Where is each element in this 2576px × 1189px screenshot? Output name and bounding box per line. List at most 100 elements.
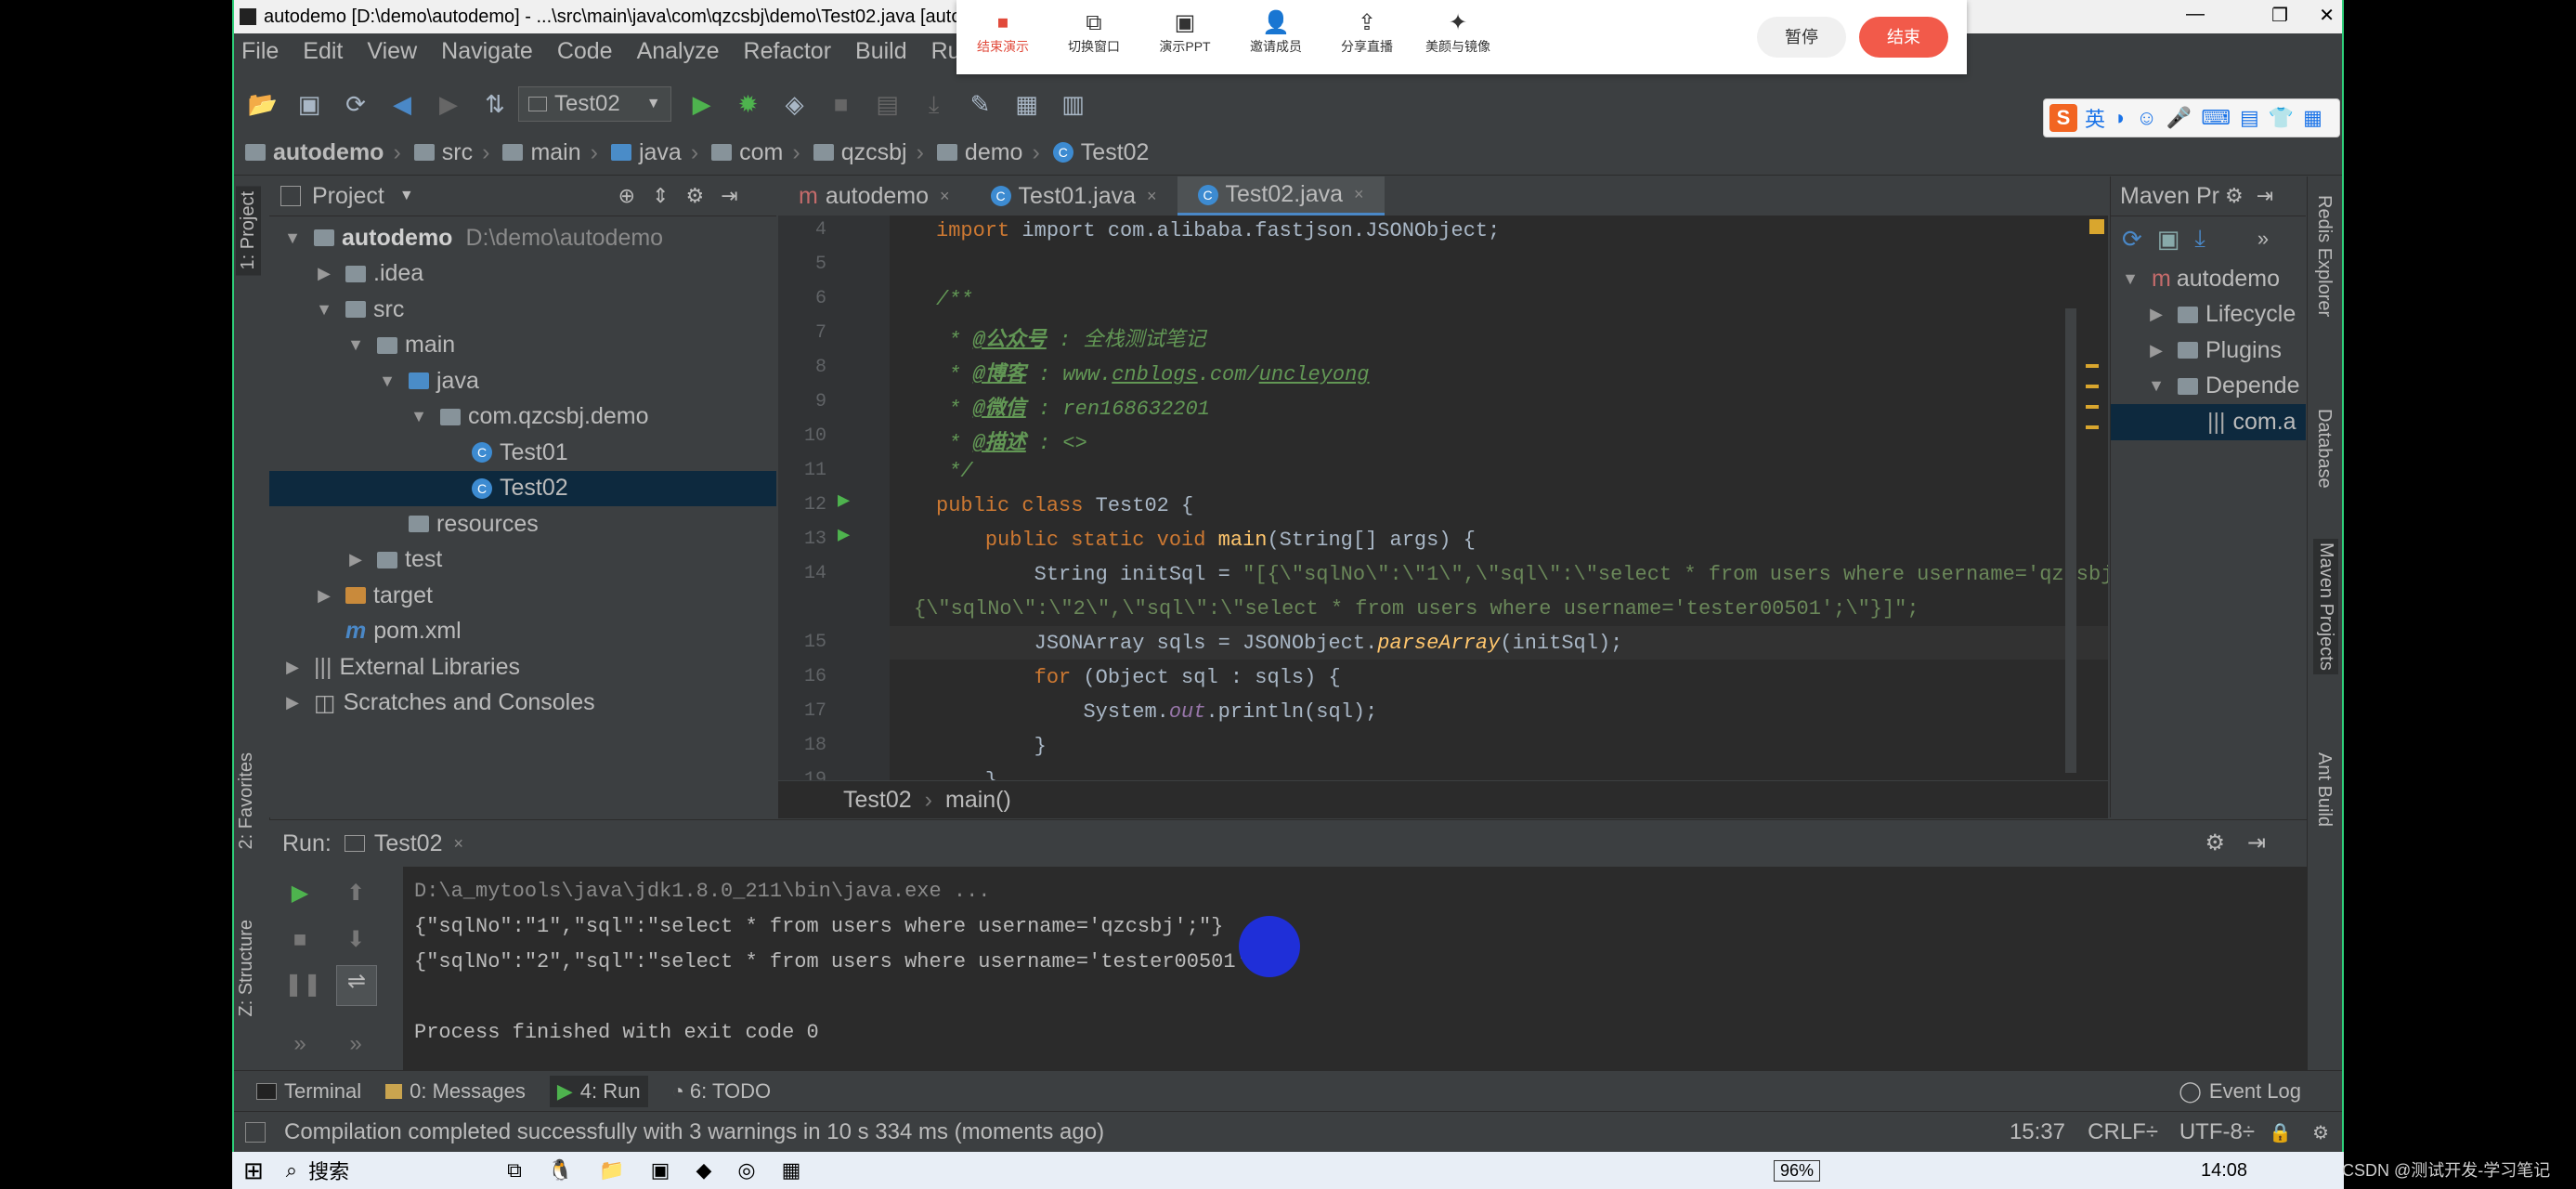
tab-maven-projects[interactable]: Maven Projects [2313,539,2338,674]
warning-status-icon[interactable] [2089,219,2104,234]
chevron-down-icon[interactable]: ▼ [399,188,414,204]
present-ppt-button[interactable]: ▣ 演示PPT [1138,9,1231,56]
crumb-main[interactable]: main [502,139,581,166]
expand-arrow-icon[interactable]: ▶ [316,264,332,283]
tree-root[interactable]: ▼ autodemo D:\demo\autodemo [269,220,776,256]
expand-arrow-icon[interactable]: ▶ [347,550,364,569]
keyboard-icon[interactable]: ⌨ [2201,106,2231,130]
run-config-select[interactable]: Test02 ▼ [518,86,671,122]
tab-structure[interactable]: Z: Structure [236,920,257,1016]
tab-project[interactable]: 1: Project [236,186,261,276]
live-share-button[interactable]: ⇪ 分享直播 [1321,9,1413,56]
intellij-icon[interactable]: ◆ [696,1158,711,1182]
hide-icon[interactable]: ⇥ [721,184,737,208]
menu-code[interactable]: Code [557,38,613,65]
down-arrow-icon[interactable]: ⬇ [340,924,371,956]
shirt-icon[interactable]: 👕 [2269,106,2294,130]
crumb-java[interactable]: java [610,139,682,166]
tree-item-test[interactable]: ▶ test [269,542,776,579]
run-gutter-icon[interactable]: ▶ [838,489,850,513]
run-tab[interactable]: Test02 [374,830,443,857]
tab-test02[interactable]: C Test02.java × [1177,176,1385,216]
tree-item-java[interactable]: ▼ java [269,363,776,399]
tab-run[interactable]: ▶ 4: Run [549,1076,648,1107]
taskbar-search[interactable]: 搜索 [308,1156,349,1185]
tree-item-package[interactable]: ▼ com.qzcsbj.demo [269,399,776,436]
skin-icon[interactable]: ▤ [2240,106,2259,130]
up-arrow-icon[interactable]: ⬆ [340,878,371,909]
app-icon[interactable]: ▣ [651,1158,670,1182]
tab-ant-build[interactable]: Ant Build [2313,752,2335,827]
maven-item-autodemo[interactable]: ▼ m autodemo [2111,261,2306,297]
warning-marker[interactable] [2086,425,2099,429]
warning-marker[interactable] [2086,385,2099,388]
scroll-from-source-icon[interactable]: ⊕ [618,184,635,208]
menu-build[interactable]: Build [855,38,907,65]
tree-item-test01[interactable]: C Test01 [269,435,776,471]
excel-icon[interactable]: ▦ [782,1158,801,1182]
reimport-icon[interactable]: ⟳ [2122,225,2142,254]
gear-icon[interactable]: ⚙ [2225,184,2244,208]
stop-sharing-button[interactable]: ⏹ 结束演示 [956,9,1049,56]
pause-icon[interactable]: ❚❚ [284,969,321,1000]
download-icon[interactable]: ⤓ [918,88,950,120]
git-icon[interactable]: ⚙ [2312,1121,2329,1144]
clock[interactable]: 14:08 [2201,1160,2247,1182]
search-icon[interactable]: ⌕ [286,1158,297,1182]
minimize-button[interactable]: — [2186,4,2205,25]
tree-item-external-libraries[interactable]: ▶ ||| External Libraries [269,649,776,686]
tree-item-test02[interactable]: C Test02 [269,470,776,506]
tab-terminal[interactable]: Terminal [256,1079,361,1104]
tab-autodemo[interactable]: m autodemo × [778,176,970,216]
tab-redis-explorer[interactable]: Redis Explorer [2313,195,2335,317]
ime-language[interactable]: 英 [2085,103,2105,133]
maven-item-dependencies[interactable]: ▼ Depende [2111,369,2306,405]
collapse-arrow-icon[interactable]: ▼ [347,335,364,355]
crumb-demo[interactable]: demo [936,139,1022,166]
hide-icon[interactable]: ⇥ [2247,830,2266,856]
menu-analyze[interactable]: Analyze [637,38,720,65]
warning-marker[interactable] [2086,364,2099,368]
tab-messages[interactable]: 0: Messages [385,1079,526,1104]
warning-marker[interactable] [2086,405,2099,409]
tab-event-log[interactable]: ◯ Event Log [2179,1079,2301,1104]
menu-navigate[interactable]: Navigate [441,38,533,65]
collapse-arrow-icon[interactable]: ▼ [2148,376,2165,396]
maven-item-dependency[interactable]: ||| com.a [2111,404,2306,440]
expand-arrow-icon[interactable]: ▶ [2148,305,2165,324]
voice-icon[interactable]: 🎤 [2166,106,2192,130]
run-icon[interactable]: ▶ [686,88,718,120]
code-editor[interactable]: 4 5 6 7 8 9 10 11 12 13 14 15 16 17 18 1… [778,216,2108,780]
collapse-arrow-icon[interactable]: ▼ [316,300,332,320]
file-encoding[interactable]: UTF-8÷ [2179,1119,2255,1145]
project-panel-title[interactable]: Project [312,183,384,210]
collapse-arrow-icon[interactable]: ▼ [379,372,396,391]
run-gutter-icon[interactable]: ▶ [838,523,850,547]
tab-todo[interactable]: ◔ 6: TODO [672,1079,772,1104]
windows-start-icon[interactable]: ⊞ [243,1156,264,1185]
rerun-icon[interactable]: ▶ [284,878,316,909]
debug-icon[interactable]: ✹ [733,88,764,120]
tab-favorites[interactable]: 2: Favorites [236,752,257,849]
stop-icon[interactable]: ■ [826,88,857,120]
coverage-icon[interactable]: ◈ [779,88,811,120]
sdk-icon[interactable]: ▥ [1058,88,1089,120]
menu-view[interactable]: View [367,38,417,65]
sync-icon[interactable]: ⟳ [340,88,371,120]
save-icon[interactable]: ▣ [293,88,325,120]
build-icon[interactable]: ⇅ [479,88,511,120]
folder-app-icon[interactable]: 📁 [599,1158,624,1182]
generate-sources-icon[interactable]: ▣ [2157,225,2180,254]
grid-icon[interactable]: ▦ [2303,106,2322,130]
punctuation-icon[interactable]: ◗ [2114,106,2127,130]
download-icon[interactable]: ⤓ [2194,224,2205,254]
line-separator[interactable]: CRLF÷ [2088,1119,2158,1145]
collapse-arrow-icon[interactable]: ▼ [284,229,301,248]
tab-test01[interactable]: C Test01.java × [970,176,1177,216]
maven-item-plugins[interactable]: ▶ Plugins [2111,333,2306,369]
tree-item-src[interactable]: ▼ src [269,292,776,328]
collapse-all-icon[interactable]: ⇕ [652,184,669,208]
expand-arrow-icon[interactable]: ▶ [284,693,301,712]
expand-arrow-icon[interactable]: ▶ [2148,341,2165,360]
wrench-icon[interactable]: ✎ [965,88,996,120]
